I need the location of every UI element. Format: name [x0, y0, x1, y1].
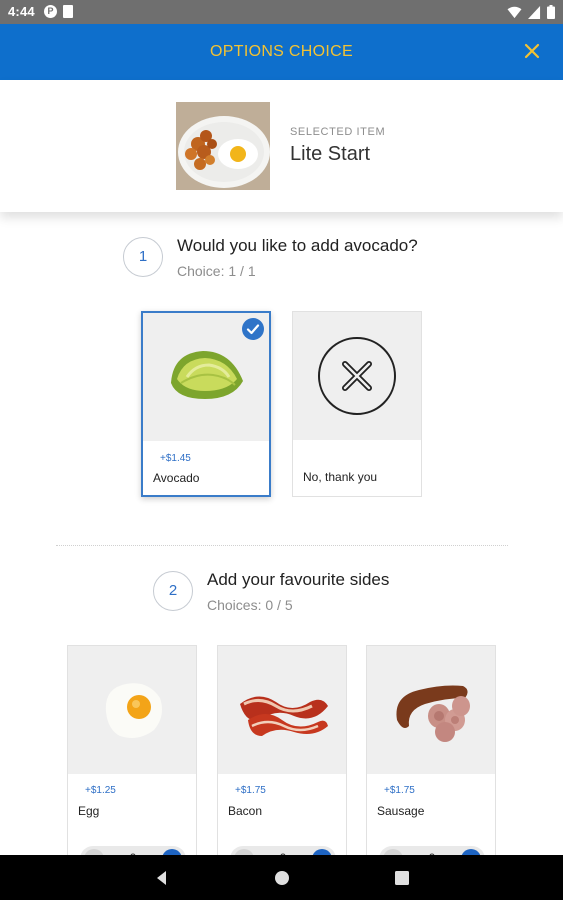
section-1-question: Would you like to add avocado? [177, 236, 418, 255]
side-name: Egg [78, 804, 100, 818]
section-1-choice-count: Choice: 1 / 1 [177, 263, 256, 279]
step-number-2: 2 [153, 571, 193, 611]
side-option-egg[interactable]: +$1.25 Egg 0 [67, 645, 197, 872]
status-icons-left: P [44, 5, 73, 18]
selected-item-label: SELECTED ITEM [290, 126, 386, 138]
selected-item-card: SELECTED ITEM Lite Start [0, 80, 563, 212]
step-number-1: 1 [123, 237, 163, 277]
bacon-image [218, 646, 346, 774]
option-name: No, thank you [303, 470, 378, 484]
side-price: +$1.25 [85, 785, 116, 796]
sd-card-icon [63, 5, 73, 18]
side-option-sausage[interactable]: +$1.75 Sausage 0 [366, 645, 496, 872]
section-2-choice-count: Choices: 0 / 5 [207, 597, 293, 613]
side-name: Sausage [377, 804, 425, 818]
options-choice-screen: 4:44 P OPTIONS CHOICE SELECTED ITEM Lite… [0, 0, 563, 900]
battery-icon [547, 5, 555, 19]
egg-image [68, 646, 196, 774]
selected-item-name: Lite Start [290, 143, 371, 165]
side-price: +$1.75 [235, 785, 266, 796]
page-title: OPTIONS CHOICE [210, 43, 353, 60]
close-button[interactable] [519, 38, 545, 64]
status-icons-right [507, 5, 555, 19]
status-bar: 4:44 P [0, 0, 563, 24]
option-name: Avocado [153, 471, 200, 485]
side-price: +$1.75 [384, 785, 415, 796]
option-avocado[interactable]: +$1.45 Avocado [141, 311, 271, 497]
option-no-thank-you[interactable]: No, thank you [292, 311, 422, 497]
side-option-bacon[interactable]: +$1.75 Bacon 0 [217, 645, 347, 872]
option-price: +$1.45 [160, 453, 191, 464]
selected-check-icon [242, 318, 264, 340]
app-header: OPTIONS CHOICE [0, 24, 563, 80]
sausage-image [367, 646, 495, 774]
back-icon [157, 871, 166, 885]
no-option-image [293, 312, 421, 440]
close-icon [524, 43, 540, 59]
home-button[interactable] [272, 868, 292, 888]
home-icon [275, 871, 289, 885]
system-nav-bar [0, 855, 563, 900]
selected-item-image [176, 102, 270, 190]
back-button[interactable] [152, 868, 172, 888]
section-divider [56, 545, 508, 546]
p-notification-icon: P [44, 5, 57, 18]
wifi-icon [507, 6, 522, 18]
cell-signal-icon [528, 5, 541, 19]
status-time: 4:44 [8, 4, 35, 19]
side-name: Bacon [228, 804, 263, 818]
recents-button[interactable] [392, 868, 412, 888]
section-2-question: Add your favourite sides [207, 570, 390, 589]
recents-icon [395, 871, 409, 885]
